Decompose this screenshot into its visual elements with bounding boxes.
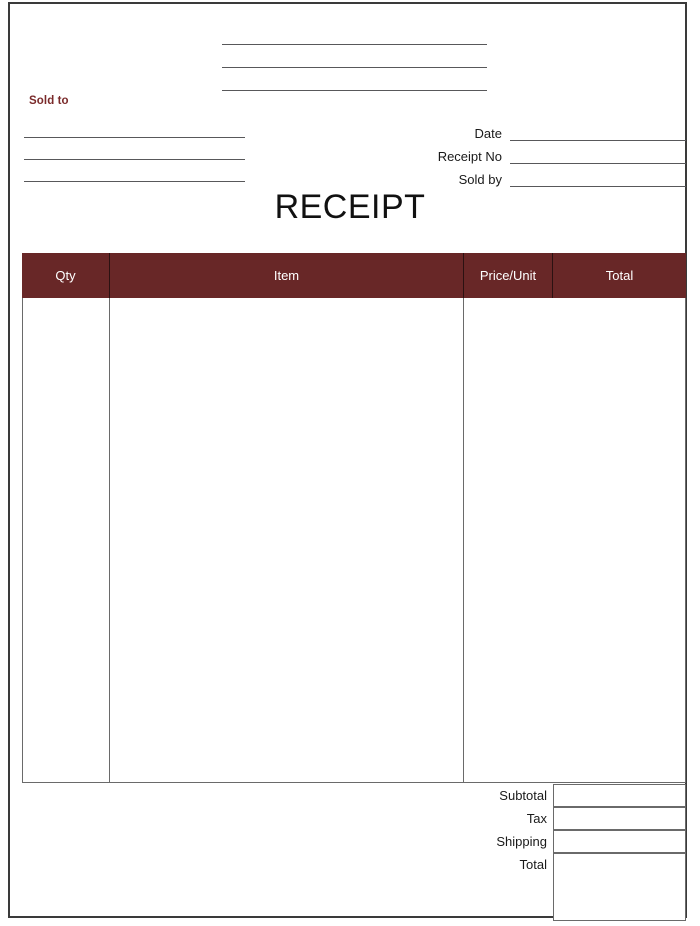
sold-by-field[interactable] xyxy=(510,168,686,187)
totals-row-tax: Tax xyxy=(443,807,686,830)
items-table: Qty Item Price/Unit Total xyxy=(22,253,686,783)
totals-row-shipping: Shipping xyxy=(443,830,686,853)
receipt-page: Sold to Date Receipt No Sold by RECEIPT … xyxy=(0,0,700,926)
subtotal-label: Subtotal xyxy=(499,788,547,803)
totals-row-subtotal: Subtotal xyxy=(443,784,686,807)
totals-row-total: Total xyxy=(443,853,686,921)
receipt-no-label: Receipt No xyxy=(437,149,502,164)
date-field[interactable] xyxy=(510,122,686,141)
company-line-3[interactable] xyxy=(222,90,487,91)
date-label: Date xyxy=(474,126,502,141)
company-line-2[interactable] xyxy=(222,67,487,68)
sold-to-line-1[interactable] xyxy=(24,137,245,138)
totals-block: Subtotal Tax Shipping Total xyxy=(443,784,686,921)
tax-value[interactable] xyxy=(553,807,686,830)
shipping-label: Shipping xyxy=(496,834,547,849)
meta-row-date: Date xyxy=(360,118,686,141)
items-table-header-row: Qty Item Price/Unit Total xyxy=(22,253,686,298)
items-item-column[interactable] xyxy=(110,298,464,782)
sold-to-line-2[interactable] xyxy=(24,159,245,160)
subtotal-value[interactable] xyxy=(553,784,686,807)
column-header-qty: Qty xyxy=(22,253,110,298)
sold-to-label: Sold to xyxy=(29,95,69,107)
receipt-no-field[interactable] xyxy=(510,145,686,164)
total-value[interactable] xyxy=(553,853,686,921)
meta-row-receipt-no: Receipt No xyxy=(360,141,686,164)
column-header-item: Item xyxy=(110,253,464,298)
total-label: Total xyxy=(519,857,547,872)
items-amount-column[interactable] xyxy=(464,298,685,782)
page-title: RECEIPT xyxy=(274,188,426,226)
meta-row-sold-by: Sold by xyxy=(360,164,686,187)
receipt-meta-block: Date Receipt No Sold by xyxy=(360,118,686,187)
sold-by-label: Sold by xyxy=(458,172,502,187)
items-qty-column[interactable] xyxy=(23,298,110,782)
tax-label: Tax xyxy=(526,811,547,826)
items-table-body xyxy=(22,298,686,783)
column-header-total: Total xyxy=(605,268,634,283)
shipping-value[interactable] xyxy=(553,830,686,853)
column-header-price-unit: Price/Unit xyxy=(464,253,553,298)
sold-to-line-3[interactable] xyxy=(24,181,245,182)
company-line-1[interactable] xyxy=(222,44,487,45)
